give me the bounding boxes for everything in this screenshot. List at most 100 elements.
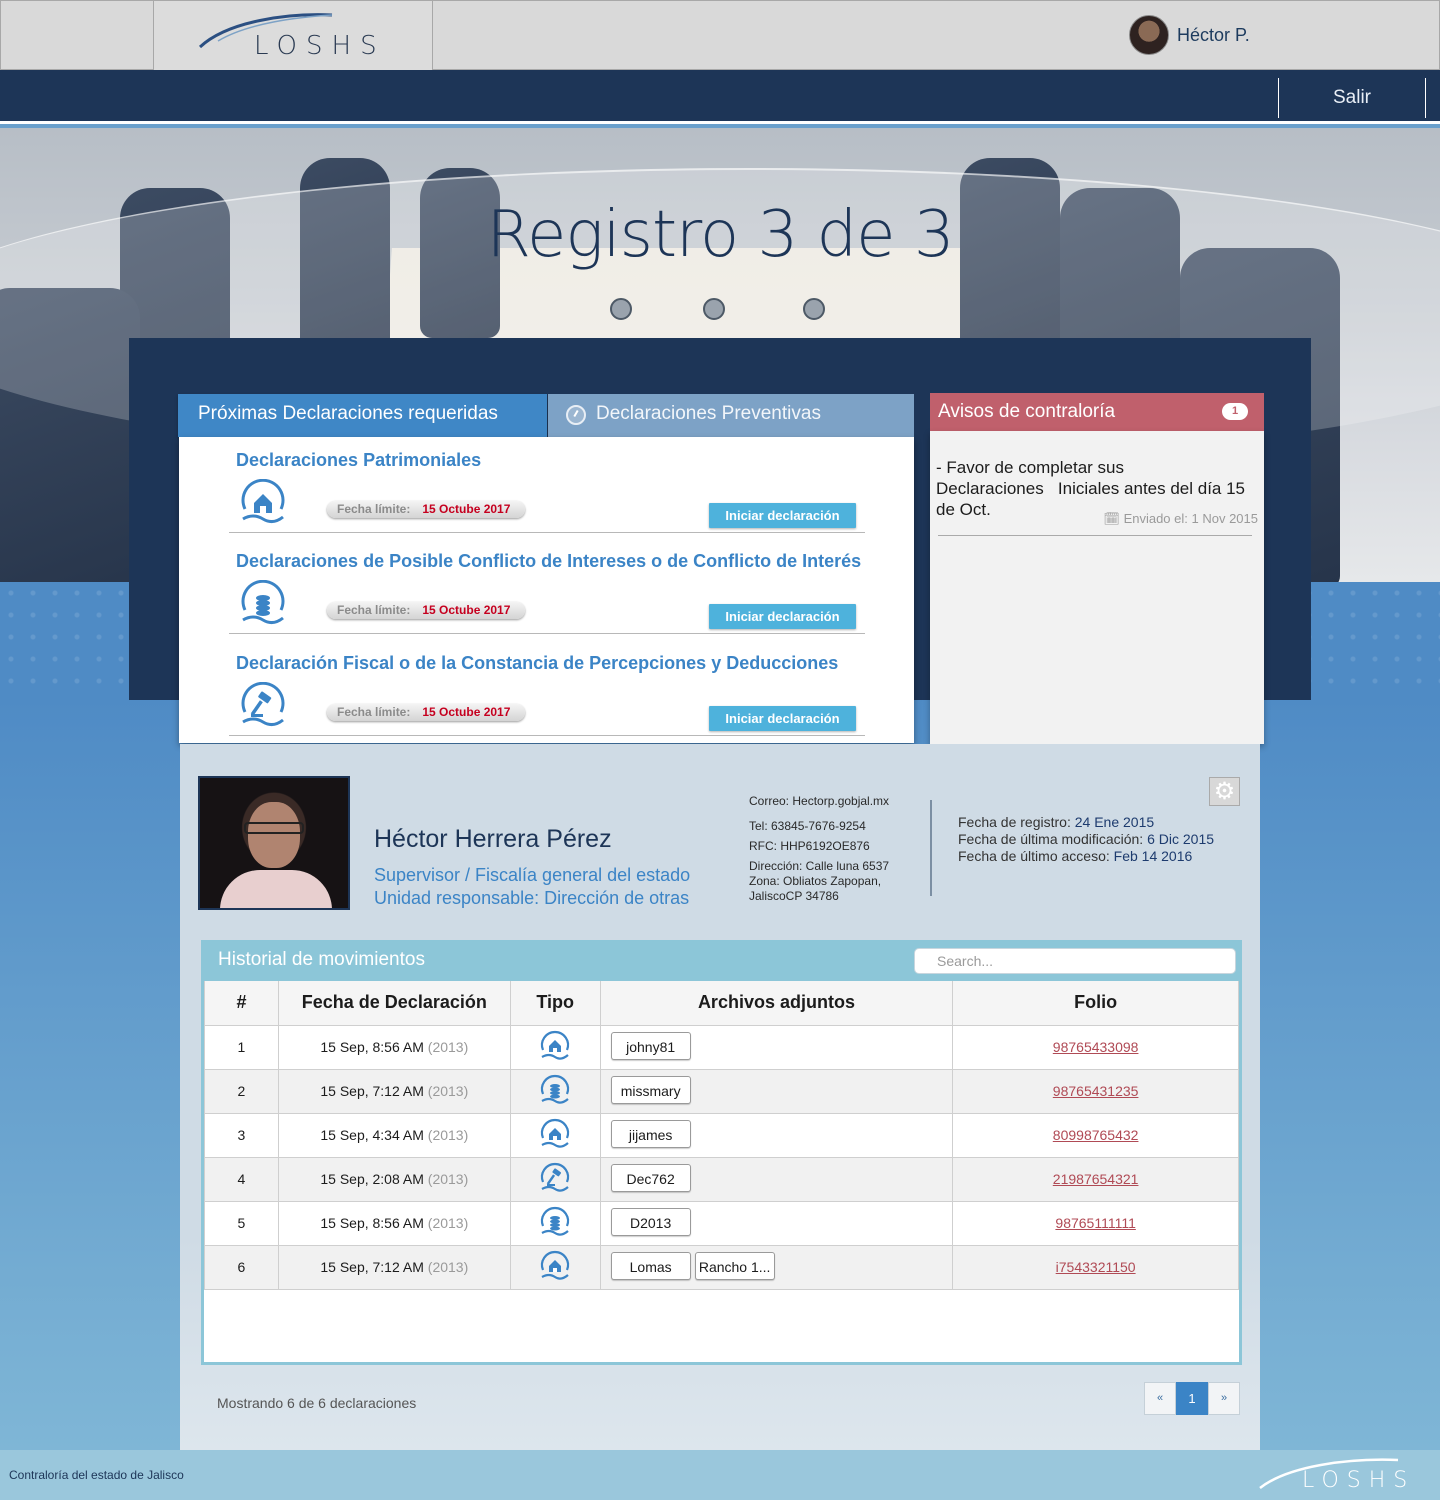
profile-dates: Fecha de registro: 24 Ene 2015 Fecha de … xyxy=(958,814,1214,865)
folio-link[interactable]: 98765433098 xyxy=(1053,1039,1139,1055)
column-header[interactable]: Fecha de Declaración xyxy=(277,981,511,1026)
folio-link[interactable]: 80998765432 xyxy=(1053,1127,1139,1143)
notice-sent-text: Enviado el: 1 Nov 2015 xyxy=(1123,511,1258,526)
step-dot-2[interactable] xyxy=(703,298,725,320)
deadline-value: 15 Octube 2017 xyxy=(422,603,511,617)
row-date: 15 Sep, 2:08 AM (2013) xyxy=(277,1157,511,1202)
table-row[interactable]: 5 15 Sep, 8:56 AM (2013) D2013 98765111111 xyxy=(204,1201,1239,1246)
table-row[interactable]: 3 15 Sep, 4:34 AM (2013) jijames 8099876543… xyxy=(204,1113,1239,1158)
folio-link[interactable]: 21987654321 xyxy=(1053,1171,1139,1187)
divider xyxy=(938,535,1252,536)
start-declaration-button[interactable]: Iniciar declaración xyxy=(709,503,856,528)
row-folio-cell: i7543321150 xyxy=(952,1245,1239,1290)
declaration-title: Declaraciones de Posible Conflicto de In… xyxy=(236,551,862,571)
notices-panel: - Favor de completar sus Declaraciones I… xyxy=(930,431,1264,744)
attachment-chip[interactable]: jijames xyxy=(610,1119,691,1148)
top-bar: LOSHS Héctor P. xyxy=(0,0,1440,71)
page-title: Registro 3 de 3 xyxy=(486,198,954,272)
attachment-chip[interactable]: johny81 xyxy=(610,1031,691,1060)
logo-text: LOSHS xyxy=(254,31,386,61)
column-header[interactable]: # xyxy=(204,981,279,1026)
pagination-prev[interactable]: « xyxy=(1144,1382,1176,1415)
logo[interactable]: LOSHS xyxy=(153,1,433,71)
row-type xyxy=(509,1201,601,1246)
gavel-hand-icon[interactable] xyxy=(538,1162,572,1196)
column-header[interactable]: Archivos adjuntos xyxy=(599,981,954,1026)
folio-link[interactable]: 98765431235 xyxy=(1053,1083,1139,1099)
folio-link[interactable]: 98765111111 xyxy=(1055,1215,1135,1231)
attachment-chip[interactable]: Rancho 1... xyxy=(694,1251,775,1280)
row-number: 6 xyxy=(204,1245,279,1290)
row-date: 15 Sep, 7:12 AM (2013) xyxy=(277,1069,511,1114)
attachment-chip[interactable]: D2013 xyxy=(610,1207,691,1236)
footer-text: Contraloría del estado de Jalisco xyxy=(9,1468,184,1482)
nav-bar: Salir xyxy=(0,70,1440,124)
row-date-text: 15 Sep, 8:56 AM xyxy=(320,1039,424,1055)
contact-address: Dirección: Calle luna 6537 Zona: Obliato… xyxy=(749,859,889,904)
registration-date: Fecha de registro: 24 Ene 2015 xyxy=(958,814,1155,830)
declaration-title: Declaraciones Patrimoniales xyxy=(236,450,482,470)
attachment-chip[interactable]: missmary xyxy=(610,1075,691,1104)
house-hand-icon[interactable] xyxy=(538,1118,572,1152)
deadline-pill: Fecha límite: 15 Octube 2017 xyxy=(327,602,525,619)
deadline-pill: Fecha límite: 15 Octube 2017 xyxy=(327,704,525,721)
notice-sent-date: 🗓︎ Enviado el: 1 Nov 2015 xyxy=(1103,511,1258,527)
contact-email: Correo: Hectorp.gobjal.mx xyxy=(749,794,890,808)
row-number: 3 xyxy=(204,1113,279,1158)
profile-photo-glasses xyxy=(244,822,304,834)
avatar xyxy=(1129,15,1169,55)
row-number: 5 xyxy=(204,1201,279,1246)
clock-icon xyxy=(566,405,586,425)
row-folio-cell: 98765431235 xyxy=(952,1069,1239,1114)
row-number: 2 xyxy=(204,1069,279,1114)
tab-preventive-declarations[interactable]: Declaraciones Preventivas xyxy=(548,394,914,437)
footer-logo-text: LOSHS xyxy=(1302,1468,1416,1493)
tab-preventive-label: Declaraciones Preventivas xyxy=(596,403,821,424)
pagination: « 1 » xyxy=(1144,1382,1240,1415)
pagination-page[interactable]: 1 xyxy=(1176,1382,1208,1415)
house-hand-icon[interactable] xyxy=(538,1250,572,1284)
row-date: 15 Sep, 8:56 AM (2013) xyxy=(277,1201,511,1246)
row-folio-cell: 80998765432 xyxy=(952,1113,1239,1158)
table-row[interactable]: 4 15 Sep, 2:08 AM (2013) Dec762 21987654321 xyxy=(204,1157,1239,1202)
last-access-date: Fecha de último acceso: Feb 14 2016 xyxy=(958,848,1193,864)
folio-link[interactable]: i7543321150 xyxy=(1056,1259,1136,1275)
history-title: Historial de movimientos xyxy=(218,949,425,970)
history-header: Historial de movimientos xyxy=(204,943,1239,981)
deadline-label: Fecha límite: xyxy=(337,502,411,516)
user-menu[interactable]: Héctor P. xyxy=(1129,15,1250,55)
table-row[interactable]: 2 15 Sep, 7:12 AM (2013) missmary 987654312… xyxy=(204,1069,1239,1114)
coins-hand-icon[interactable] xyxy=(538,1074,572,1108)
profile-photo-shirt xyxy=(220,870,332,908)
start-declaration-button[interactable]: Iniciar declaración xyxy=(709,604,856,629)
tab-required-declarations[interactable]: Próximas Declaraciones requeridas xyxy=(178,394,547,437)
row-attachments: D2013 xyxy=(599,1201,954,1246)
pagination-next[interactable]: » xyxy=(1208,1382,1240,1415)
address-line-1: Dirección: Calle luna 6537 xyxy=(749,859,890,873)
coins-hand-icon[interactable] xyxy=(538,1206,572,1240)
row-type xyxy=(509,1025,601,1070)
row-attachments: Dec762 xyxy=(599,1157,954,1202)
step-dot-1[interactable] xyxy=(610,298,632,320)
coins-hand-icon xyxy=(241,580,285,625)
house-hand-icon xyxy=(241,479,285,524)
table-row[interactable]: 6 15 Sep, 7:12 AM (2013) Lomas Rancho 1... i… xyxy=(204,1245,1239,1290)
row-number: 1 xyxy=(204,1025,279,1070)
start-declaration-button[interactable]: Iniciar declaración xyxy=(709,706,856,731)
last-modified-date: Fecha de última modificación: 6 Dic 2015 xyxy=(958,831,1215,847)
row-type xyxy=(509,1069,601,1114)
gear-icon: ⚙ xyxy=(1213,778,1236,805)
step-dot-3[interactable] xyxy=(803,298,825,320)
attachment-chip[interactable]: Lomas xyxy=(610,1251,691,1280)
logout-button[interactable]: Salir xyxy=(1278,78,1426,118)
settings-button[interactable]: ⚙ xyxy=(1209,777,1240,806)
attachment-chip[interactable]: Dec762 xyxy=(610,1163,691,1192)
row-date-text: 15 Sep, 8:56 AM xyxy=(320,1215,424,1231)
search-input[interactable] xyxy=(914,948,1236,974)
table-row[interactable]: 1 15 Sep, 8:56 AM (2013) johny81 9876543309… xyxy=(204,1025,1239,1070)
house-hand-icon[interactable] xyxy=(538,1030,572,1064)
footer: Contraloría del estado de Jalisco xyxy=(0,1450,1440,1500)
column-header[interactable]: Tipo xyxy=(509,981,601,1026)
column-header[interactable]: Folio xyxy=(952,981,1239,1026)
deadline-label: Fecha límite: xyxy=(337,705,411,719)
